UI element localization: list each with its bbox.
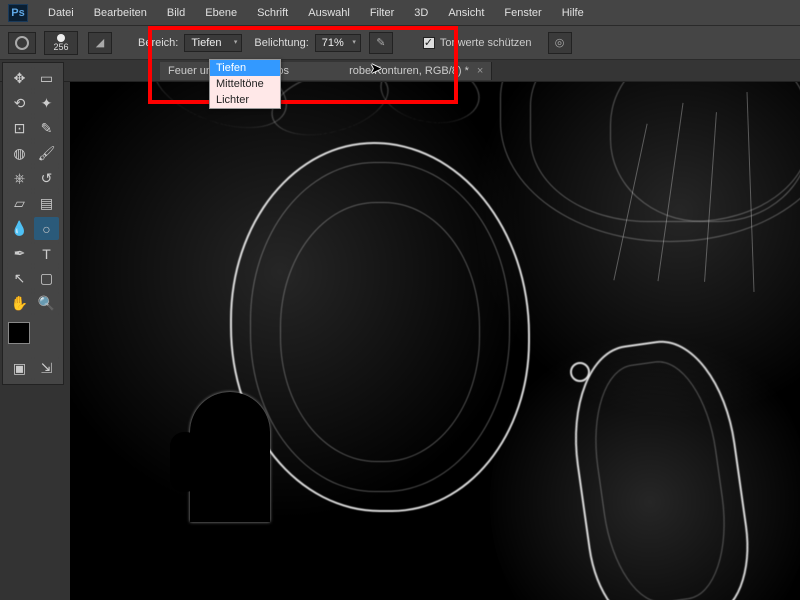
menu-3d[interactable]: 3D [404,3,438,23]
magic-wand-tool[interactable]: ✦ [34,92,59,115]
protect-tones-checkbox[interactable] [423,37,435,49]
menu-auswahl[interactable]: Auswahl [298,3,360,23]
chevron-down-icon: ▾ [352,38,356,46]
color-swatches[interactable] [6,320,60,352]
lasso-tool[interactable]: ⟲ [7,92,32,115]
move-tool[interactable]: ✥ [7,67,32,90]
exposure-field[interactable]: 71% ▾ [315,34,361,52]
path-select-tool[interactable]: ↖ [7,267,32,290]
menu-ebene[interactable]: Ebene [195,3,247,23]
eyedropper-tool[interactable]: ✎ [34,117,59,140]
range-option-tiefen[interactable]: Tiefen [210,60,280,76]
brush-dot-icon [57,34,65,42]
zoom-tool[interactable]: 🔍 [34,292,59,315]
toolbox: ✥▭ ⟲✦ ⊡✎ ◍🖌 ⎈↺ ▱▤ 💧○ ✒T ↖▢ ✋🔍 ▣⇲ [2,62,64,385]
quickmask-toggle[interactable]: ▣ [7,357,32,380]
menu-ansicht[interactable]: Ansicht [438,3,494,23]
menu-bild[interactable]: Bild [157,3,195,23]
range-option-mitteltoene[interactable]: Mitteltöne [210,76,280,92]
airbrush-toggle[interactable]: ✎ [369,32,393,54]
exposure-label: Belichtung: [254,37,308,49]
menu-bar: Ps Datei Bearbeiten Bild Ebene Schrift A… [0,0,800,26]
ps-logo-icon: Ps [8,4,28,22]
document-tab-bar: Feuer und Eis by MDI.ps robe Konturen, R… [0,60,800,82]
airbrush-icon: ✎ [376,36,385,49]
selection-tool[interactable]: ▭ [34,67,59,90]
healing-brush-tool[interactable]: ◍ [7,142,32,165]
pressure-icon: ◎ [555,36,565,49]
range-value: Tiefen [191,37,221,49]
blur-tool[interactable]: 💧 [7,217,32,240]
brush-panel-icon: ◢ [96,36,104,49]
chevron-down-icon: ▾ [234,38,238,46]
type-tool[interactable]: T [34,242,59,265]
history-brush-tool[interactable]: ↺ [34,167,59,190]
range-option-lichter[interactable]: Lichter [210,92,280,108]
range-label: Bereich: [138,37,178,49]
crop-tool[interactable]: ⊡ [7,117,32,140]
pressure-toggle[interactable]: ◎ [548,32,572,54]
exposure-value: 71% [322,37,344,49]
menu-fenster[interactable]: Fenster [494,3,551,23]
document-tab-title-right: robe Konturen, RGB/8) * [349,65,469,77]
close-icon[interactable]: × [477,65,483,77]
dodge-tool[interactable]: ○ [34,217,59,240]
gradient-tool[interactable]: ▤ [34,192,59,215]
eraser-tool[interactable]: ▱ [7,192,32,215]
menu-filter[interactable]: Filter [360,3,404,23]
foreground-swatch[interactable] [8,322,30,344]
range-dropdown[interactable]: Tiefen ▾ [184,34,242,52]
tool-preset-picker[interactable] [8,32,36,54]
brush-size-value: 256 [53,42,68,52]
screenmode-toggle[interactable]: ⇲ [34,357,59,380]
brush-tool[interactable]: 🖌 [34,142,59,165]
options-bar: 256 ◢ Bereich: Tiefen ▾ Belichtung: 71% … [0,26,800,60]
menu-datei[interactable]: Datei [38,3,84,23]
menu-schrift[interactable]: Schrift [247,3,298,23]
protect-tones-label: Tonwerte schützen [440,37,532,49]
shape-tool[interactable]: ▢ [34,267,59,290]
dodge-icon [15,36,29,50]
range-dropdown-menu: Tiefen Mitteltöne Lichter [209,59,281,109]
brush-preset-picker[interactable]: 256 [44,31,78,55]
menu-hilfe[interactable]: Hilfe [552,3,594,23]
stamp-tool[interactable]: ⎈ [7,167,32,190]
pen-tool[interactable]: ✒ [7,242,32,265]
menu-bearbeiten[interactable]: Bearbeiten [84,3,157,23]
hand-tool[interactable]: ✋ [7,292,32,315]
brush-panel-toggle[interactable]: ◢ [88,32,112,54]
canvas[interactable] [70,82,800,600]
